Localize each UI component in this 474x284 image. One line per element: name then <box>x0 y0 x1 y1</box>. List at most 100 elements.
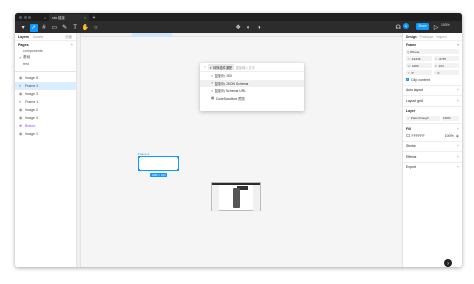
hand-icon[interactable]: ✋ <box>81 24 89 32</box>
plus-icon[interactable]: + <box>457 155 459 159</box>
plus-icon[interactable]: + <box>457 99 459 103</box>
y-value: -5787 <box>438 56 447 61</box>
popup-search-row[interactable]: ⌕ ✦ 转换插件通配 直接输入文字 <box>200 63 304 72</box>
frame-section-header[interactable]: Frame ▾ <box>403 41 462 48</box>
layer-row[interactable]: # Frame 1 <box>15 98 76 106</box>
plus-icon[interactable]: + <box>457 88 459 92</box>
layer-row[interactable]: ▣ Image 3 <box>15 90 76 98</box>
radius-field[interactable]: ◜ 0 <box>433 70 459 75</box>
blend-mode-select[interactable]: ◐ Pass through <box>406 115 440 121</box>
radius-value: 0 <box>437 70 440 75</box>
divider <box>403 140 462 141</box>
section-label: Auto layout <box>406 88 423 92</box>
eye-icon[interactable]: ◉ <box>456 134 459 138</box>
blend-icon: ◐ <box>407 116 410 120</box>
page-item[interactable]: test <box>15 61 76 68</box>
pen-icon[interactable]: ✎ <box>61 24 69 32</box>
headphones-icon[interactable]: ☊ <box>394 24 402 32</box>
section-label: Layer <box>406 109 416 113</box>
comment-icon[interactable]: ○ <box>92 24 100 32</box>
canvas[interactable]: Frame 2 1080 × 164 ⌕ ✦ 转换插件通配 直接输入文字 ‹› 复… <box>77 33 402 267</box>
layer-label: Image 2 <box>25 108 38 112</box>
layer-row[interactable]: ▣ Image 4 <box>15 114 76 122</box>
resize-handle[interactable] <box>137 155 140 158</box>
help-button[interactable]: ? <box>444 259 452 267</box>
check-icon[interactable]: ✓ <box>406 78 409 81</box>
avatar[interactable]: A <box>403 23 409 29</box>
chevron-down-icon: ▾ <box>457 42 459 47</box>
h-field[interactable]: H 164 <box>433 63 459 68</box>
layer-label: Image 3 <box>25 92 38 96</box>
x-field[interactable]: X -19446 <box>406 56 432 61</box>
size-row: W 1080 H 164 <box>403 62 462 69</box>
layer-label: Image 1 <box>25 132 38 136</box>
layer-row[interactable]: ❖ Button <box>15 122 76 130</box>
popup-menu-item[interactable]: ▦ CodeSandbox 预览 <box>200 95 304 103</box>
share-button[interactable]: Share <box>416 22 429 30</box>
tab-layers[interactable]: Layers <box>18 35 29 39</box>
layer-opacity-field[interactable]: 100% <box>441 115 459 121</box>
layer-label: Image 4 <box>25 116 38 120</box>
play-icon[interactable]: ▷ <box>432 24 440 32</box>
thumb-left-panel <box>212 185 219 212</box>
mask-icon[interactable]: ◐ <box>245 24 253 32</box>
plus-icon[interactable]: + <box>457 165 459 169</box>
search-icon: ⌕ <box>204 65 207 69</box>
divider <box>403 123 462 124</box>
tab-design[interactable]: Design <box>406 35 417 39</box>
plus-icon[interactable]: + <box>457 127 459 131</box>
move-icon[interactable]: ➚ <box>29 24 38 32</box>
fill-hex[interactable]: FFFFFF <box>412 134 425 138</box>
frame-preset-select[interactable]: ▯ iPhone <box>406 49 459 54</box>
section-label: Export <box>406 165 416 169</box>
search-input[interactable]: 直接输入文字 <box>236 65 255 70</box>
selected-frame[interactable] <box>137 155 180 172</box>
tab-assets[interactable]: Assets <box>33 35 43 39</box>
layer-row[interactable]: ▣ Image 1 <box>15 130 76 138</box>
page-label: components <box>23 49 43 54</box>
right-panel-tabs: Design Prototype Inspect <box>403 33 462 41</box>
y-field[interactable]: Y -5787 <box>433 56 459 61</box>
add-page-icon[interactable]: + <box>71 43 73 47</box>
layer-label: Frame 1 <box>25 100 39 104</box>
tab-inspect[interactable]: Inspect <box>436 35 446 39</box>
menu-icon[interactable]: ▾ <box>19 24 27 32</box>
plus-icon[interactable]: + <box>457 144 459 148</box>
divider <box>15 70 76 71</box>
auto-layout-header[interactable]: Auto layout + <box>403 87 462 94</box>
popup-menu-item[interactable]: ‹› 复制为 Schema URL <box>200 87 304 95</box>
page-dropdown[interactable]: 页面 <box>65 34 72 39</box>
layer-mode-row: ◐ Pass through 100% <box>403 115 462 122</box>
ruler-selection-range <box>132 33 172 37</box>
tab-prototype[interactable]: Prototype <box>420 35 434 39</box>
export-header[interactable]: Export + <box>403 164 462 171</box>
resize-handle[interactable] <box>177 155 180 158</box>
layer-row-selected[interactable]: # Frame 2 <box>15 82 76 90</box>
fill-swatch[interactable] <box>406 133 410 138</box>
popup-menu-item[interactable]: ‹› 复制为 JSX <box>200 72 304 80</box>
text-icon[interactable]: T <box>71 24 79 32</box>
w-field[interactable]: W 1080 <box>406 63 432 68</box>
resize-handle[interactable] <box>177 169 180 172</box>
fill-opacity[interactable]: 100% <box>445 134 454 138</box>
frame-icon[interactable]: # <box>40 24 48 32</box>
plugin-chip[interactable]: ✦ 转换插件通配 <box>208 63 234 71</box>
x-key: X <box>407 56 410 61</box>
frame-type-value: iPhone <box>410 49 420 54</box>
zoom-level[interactable]: 100% <box>441 23 450 27</box>
resize-handle[interactable] <box>137 169 140 172</box>
popup-menu-item-highlighted[interactable]: ‹› 复制为 JSON Schema <box>200 79 304 87</box>
shape-icon[interactable]: ▭ <box>50 24 58 32</box>
rotation-field[interactable]: ↻ 0° <box>406 70 432 75</box>
layout-grid-header[interactable]: Layout grid + <box>403 97 462 104</box>
component-icon[interactable]: ❖ <box>234 24 242 32</box>
layer-row[interactable]: ▣ Image 5 <box>15 74 76 82</box>
page-label: test <box>23 62 29 67</box>
effects-header[interactable]: Effects + <box>403 153 462 160</box>
clip-content-row[interactable]: ✓ Clip content <box>403 76 462 83</box>
contrast-icon[interactable]: ◑ <box>255 24 263 32</box>
plugin-icon: ✦ <box>209 65 213 70</box>
stroke-header[interactable]: Stroke + <box>403 143 462 150</box>
screenshot-image[interactable] <box>211 182 261 212</box>
layer-row[interactable]: ▣ Image 2 <box>15 106 76 114</box>
